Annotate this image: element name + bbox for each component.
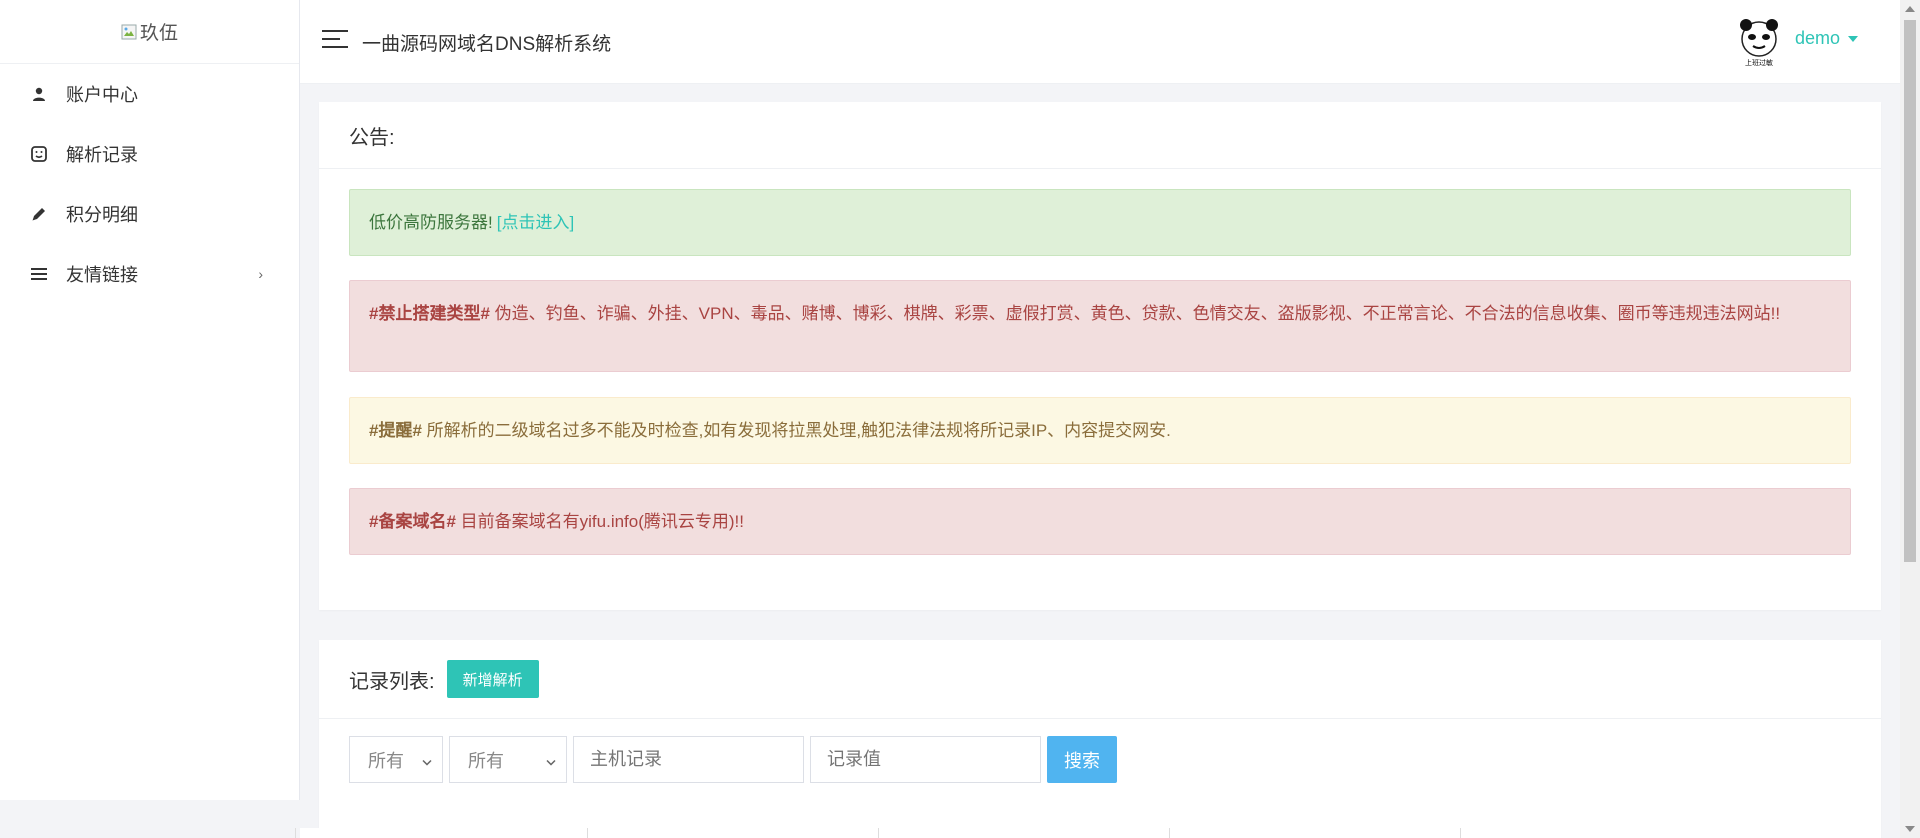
sidebar-footer [0, 800, 300, 838]
host-record-input[interactable] [573, 736, 804, 783]
avatar[interactable]: 上班过敏 [1730, 12, 1788, 70]
table-header-edge [295, 828, 1881, 838]
sidebar-item-links[interactable]: 友情链接 › [0, 244, 299, 304]
sidebar-item-account[interactable]: 账户中心 [0, 64, 299, 124]
logo[interactable]: 玖伍 [0, 0, 299, 64]
chevron-right-icon: › [258, 266, 263, 282]
scrollbar-thumb[interactable] [1904, 20, 1916, 562]
page-scrollbar[interactable] [1900, 0, 1920, 838]
records-header: 记录列表: 新增解析 [319, 640, 1881, 719]
add-record-button[interactable]: 新增解析 [446, 660, 539, 698]
promo-text: 低价高防服务器! [369, 212, 493, 232]
sidebar-item-points[interactable]: 积分明细 [0, 184, 299, 244]
user-dropdown[interactable]: demo [1795, 28, 1858, 49]
svg-text:上班过敏: 上班过敏 [1745, 58, 1773, 67]
filing-text: 目前备案域名有yifu.info(腾讯云专用)!! [455, 511, 744, 531]
type-filter-value: 所有 [368, 750, 404, 771]
menu-toggle-icon[interactable] [322, 30, 348, 50]
remind-alert: #提醒# 所解析的二级域名过多不能及时检查,如有发现将拉黑处理,触犯法律法规将所… [349, 397, 1851, 464]
pen-icon [28, 203, 50, 225]
filter-bar: 所有 所有 搜索 [349, 736, 1117, 783]
scroll-down-icon[interactable] [1905, 826, 1915, 832]
username: demo [1794, 28, 1840, 48]
record-icon [28, 143, 50, 165]
records-card: 记录列表: 新增解析 所有 所有 搜索 [319, 640, 1881, 838]
chevron-down-icon [546, 749, 556, 770]
topbar: 一曲源码网域名DNS解析系统 上班过敏 demo [300, 0, 1900, 84]
notice-card: 公告: 低价高防服务器! [点击进入] #禁止搭建类型# 伪造、钓鱼、诈骗、外挂… [319, 102, 1881, 610]
caret-down-icon [1848, 36, 1858, 43]
promo-link[interactable]: [点击进入] [497, 210, 574, 236]
remind-text: 所解析的二级域名过多不能及时检查,如有发现将拉黑处理,触犯法律法规将所记录IP、… [421, 420, 1171, 440]
type-filter-select[interactable]: 所有 [349, 736, 443, 783]
ban-alert: #禁止搭建类型# 伪造、钓鱼、诈骗、外挂、VPN、毒品、赌博、博彩、棋牌、彩票、… [349, 280, 1851, 372]
sidebar-item-label: 账户中心 [66, 85, 138, 105]
filing-tag: #备案域名# [369, 511, 456, 531]
notice-title: 公告: [319, 102, 1881, 169]
sidebar-item-records[interactable]: 解析记录 [0, 124, 299, 184]
scroll-up-icon[interactable] [1905, 6, 1915, 12]
line-filter-select[interactable]: 所有 [449, 736, 567, 783]
ban-text: 伪造、钓鱼、诈骗、外挂、VPN、毒品、赌博、博彩、棋牌、彩票、虚假打赏、黄色、贷… [489, 304, 1781, 323]
promo-alert: 低价高防服务器! [点击进入] [349, 189, 1851, 256]
list-icon [28, 263, 50, 285]
line-filter-value: 所有 [468, 750, 504, 771]
user-icon [28, 83, 50, 105]
sidebar-item-label: 积分明细 [66, 205, 138, 225]
record-value-input[interactable] [810, 736, 1041, 783]
search-button[interactable]: 搜索 [1047, 736, 1117, 783]
sidebar-item-label: 解析记录 [66, 145, 138, 165]
sidebar-item-label: 友情链接 [66, 265, 138, 285]
broken-image-icon: 玖伍 [121, 18, 178, 45]
remind-tag: #提醒# [369, 420, 422, 440]
logo-alt-text: 玖伍 [139, 23, 178, 44]
ban-tag: #禁止搭建类型# [369, 304, 490, 323]
filing-alert: #备案域名# 目前备案域名有yifu.info(腾讯云专用)!! [349, 488, 1851, 555]
chevron-down-icon [422, 749, 432, 770]
site-title: 一曲源码网域名DNS解析系统 [362, 34, 612, 55]
records-title: 记录列表: [349, 670, 435, 693]
sidebar: 玖伍 账户中心 解析记录 积分明细 友情链接 › [0, 0, 300, 800]
